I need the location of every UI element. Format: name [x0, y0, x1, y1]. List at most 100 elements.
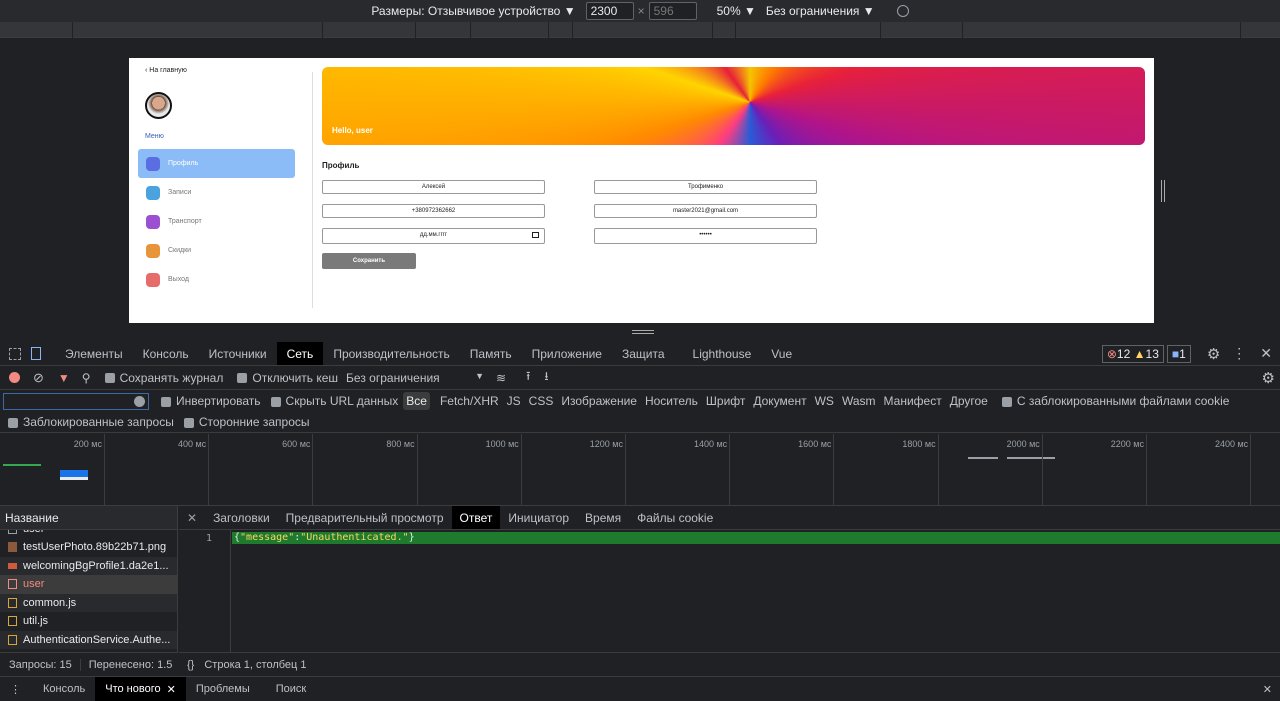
tab-network[interactable]: Сеть — [276, 342, 324, 365]
tab-lighthouse[interactable]: Lighthouse — [683, 342, 762, 365]
request-row[interactable]: common.js — [0, 593, 177, 612]
close-drawer-icon[interactable]: ✕ — [1263, 683, 1272, 696]
last-name-input[interactable]: Трофименко — [594, 180, 817, 194]
type-filter-other[interactable]: Другое — [950, 394, 988, 408]
menu-label-text: Выход — [168, 276, 189, 283]
filter-input[interactable] — [3, 392, 149, 410]
warning-icon: ▲ — [1133, 346, 1146, 361]
type-filter-all[interactable]: Все — [403, 392, 430, 410]
resize-handle-right[interactable] — [1161, 180, 1165, 202]
tab-elements[interactable]: Элементы — [55, 342, 133, 365]
preserve-log-checkbox[interactable]: Сохранять журнал — [104, 371, 223, 385]
sidebar-menu: Профиль Записи Транспорт Скидки Выход — [138, 149, 295, 294]
menu-item-logout[interactable]: Выход — [138, 265, 295, 294]
back-link[interactable]: ‹ На главную — [145, 67, 187, 74]
type-filter-ws[interactable]: WS — [815, 394, 834, 408]
dimensions-dropdown[interactable]: Размеры: Отзывчивое устройство ▼ — [371, 4, 575, 18]
height-input[interactable]: 596 — [648, 2, 697, 20]
type-filter-font[interactable]: Шрифт — [706, 394, 745, 408]
more-icon[interactable]: ⋮ — [1232, 345, 1246, 362]
request-row[interactable]: user — [0, 530, 177, 538]
disable-cache-checkbox[interactable]: Отключить кеш — [237, 371, 338, 385]
drawer-tab-search[interactable]: Поиск — [266, 677, 316, 701]
email-input[interactable]: master2021@gmail.com — [594, 204, 817, 218]
search-icon[interactable]: ⚲ — [82, 371, 91, 385]
resize-handle-bottom[interactable] — [632, 330, 654, 334]
menu-item-transport[interactable]: Транспорт — [138, 207, 295, 236]
network-conditions-icon[interactable]: ≋ — [496, 371, 506, 385]
pretty-print-icon[interactable]: {} — [187, 659, 194, 671]
user-icon — [146, 156, 160, 171]
rotate-icon[interactable] — [896, 5, 909, 17]
phone-input[interactable]: +380972362662 — [322, 204, 545, 218]
tab-security[interactable]: Защита — [612, 342, 675, 365]
drawer-tab-issues[interactable]: Проблемы — [186, 677, 260, 701]
response-viewer[interactable]: 1 {"message":"Unauthenticated."} — [179, 530, 1280, 652]
tab-memory[interactable]: Память — [460, 342, 522, 365]
tab-performance[interactable]: Производительность — [323, 342, 459, 365]
document-icon — [8, 579, 17, 590]
record-button[interactable] — [9, 372, 20, 383]
issues-counter[interactable]: ⊗12 ▲13 — [1101, 344, 1164, 363]
close-tab-icon[interactable]: ✕ — [167, 683, 176, 696]
request-row[interactable]: testUserPhoto.89b22b71.png — [0, 538, 177, 557]
type-filter-css[interactable]: CSS — [529, 394, 554, 408]
hide-data-urls-checkbox[interactable]: Скрыть URL данных — [270, 394, 398, 408]
blocked-cookies-checkbox[interactable]: С заблокированными файлами cookie — [1001, 394, 1229, 408]
type-filter-media[interactable]: Носитель — [645, 394, 698, 408]
export-har-icon[interactable]: ⭳ — [544, 367, 548, 388]
throttle-dropdown[interactable]: Без ограничения ▼ — [766, 4, 875, 18]
calendar-icon[interactable] — [532, 232, 539, 238]
close-detail-icon[interactable]: ✕ — [187, 511, 197, 525]
drawer-tab-console[interactable]: Консоль — [33, 677, 95, 701]
drawer-menu-icon[interactable]: ⋮ — [10, 683, 21, 696]
drawer-tab-whats-new[interactable]: Что нового ✕ — [95, 677, 186, 701]
media-query-ruler[interactable] — [0, 22, 1280, 38]
tab-initiator[interactable]: Инициатор — [500, 506, 577, 529]
type-filter-manifest[interactable]: Манифест — [884, 394, 942, 408]
network-settings-icon[interactable]: ⚙ — [1262, 369, 1275, 387]
type-filter-img[interactable]: Изображение — [561, 394, 637, 408]
throttle-select[interactable]: Без ограничения ▼ — [346, 371, 484, 385]
request-row[interactable]: AuthenticationService.Authe... — [0, 630, 177, 649]
tab-cookies[interactable]: Файлы cookie — [629, 506, 721, 529]
blocked-requests-checkbox[interactable]: Заблокированные запросы — [8, 415, 174, 429]
inspect-icon[interactable] — [9, 347, 21, 360]
zoom-dropdown[interactable]: 50% ▼ — [717, 4, 756, 18]
width-input[interactable]: 2300 — [585, 2, 634, 20]
network-overview-timeline[interactable]: 200 мс 400 мс 600 мс 800 мс 1000 мс 1200 мс 14… — [0, 434, 1280, 506]
menu-item-profile[interactable]: Профиль — [138, 149, 295, 178]
tab-sources[interactable]: Источники — [199, 342, 277, 365]
invert-checkbox[interactable]: Инвертировать — [161, 394, 261, 408]
type-filter-xhr[interactable]: Fetch/XHR — [440, 394, 499, 408]
first-name-input[interactable]: Алексей — [322, 180, 545, 194]
type-filter-wasm[interactable]: Wasm — [842, 394, 876, 408]
import-har-icon[interactable]: ⭱ — [526, 367, 530, 388]
filter-icon[interactable]: ▼ — [58, 371, 70, 385]
menu-item-discounts[interactable]: Скидки — [138, 236, 295, 265]
type-filter-doc[interactable]: Документ — [753, 394, 806, 408]
request-row[interactable]: util.js — [0, 612, 177, 631]
tab-response[interactable]: Ответ — [451, 506, 501, 529]
settings-icon[interactable]: ⚙ — [1207, 345, 1220, 363]
type-filter-js[interactable]: JS — [507, 394, 521, 408]
clear-icon[interactable]: ⊘ — [33, 370, 44, 386]
close-icon[interactable]: ✕ — [1260, 345, 1272, 362]
tab-preview[interactable]: Предварительный просмотр — [278, 506, 452, 529]
name-column-header[interactable]: Название — [0, 506, 177, 530]
tab-headers[interactable]: Заголовки — [205, 506, 278, 529]
messages-counter[interactable]: ■1 — [1166, 344, 1191, 363]
menu-item-records[interactable]: Записи — [138, 178, 295, 207]
password-input[interactable]: •••••• — [594, 228, 817, 244]
tab-timing[interactable]: Время — [577, 506, 629, 529]
request-row-selected[interactable]: user — [0, 575, 177, 594]
third-party-checkbox[interactable]: Сторонние запросы — [183, 415, 310, 429]
tab-application[interactable]: Приложение — [522, 342, 612, 365]
birthdate-input[interactable]: дд.мм.гггг — [322, 228, 545, 244]
clear-filter-icon[interactable] — [134, 395, 145, 407]
tab-vue[interactable]: Vue — [761, 342, 802, 365]
tab-console[interactable]: Консоль — [133, 342, 199, 365]
device-toggle-icon[interactable] — [31, 347, 41, 360]
save-button[interactable]: Сохранить — [322, 253, 416, 269]
request-row[interactable]: welcomingBgProfile1.da2e1... — [0, 556, 177, 575]
